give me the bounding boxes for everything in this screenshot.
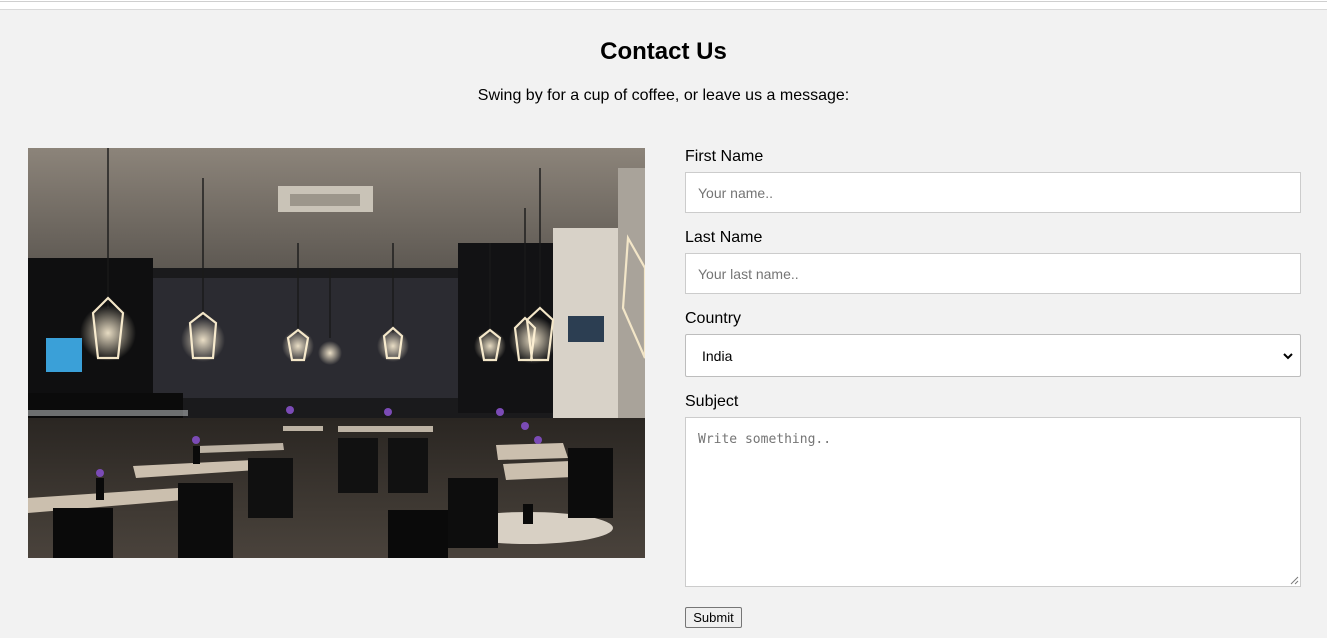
first-name-placeholder: Your name..: [698, 184, 773, 201]
submit-button[interactable]: Submit: [685, 607, 742, 628]
subject-placeholder: Write something..: [698, 432, 832, 447]
subject-label: Subject: [685, 393, 739, 410]
contact-form: First Name Your name.. Last Name Your la…: [685, 10, 1301, 638]
last-name-label: Last Name: [685, 229, 763, 246]
first-name-input[interactable]: Your name..: [685, 172, 1301, 213]
resize-grip-icon[interactable]: [1289, 575, 1299, 585]
last-name-input[interactable]: Your last name..: [685, 253, 1301, 294]
country-select[interactable]: India: [685, 334, 1301, 377]
country-label: Country: [685, 310, 742, 327]
contact-section: Contact Us Swing by for a cup of coffee,…: [0, 10, 1327, 638]
subject-textarea[interactable]: Write something..: [685, 417, 1301, 587]
cafe-photo: [28, 148, 645, 558]
first-name-label: First Name: [685, 148, 764, 165]
last-name-placeholder: Your last name..: [698, 265, 799, 282]
browser-top-border: [0, 0, 1327, 10]
country-selected-value: India: [702, 347, 733, 364]
chevron-down-icon: [1283, 352, 1293, 359]
